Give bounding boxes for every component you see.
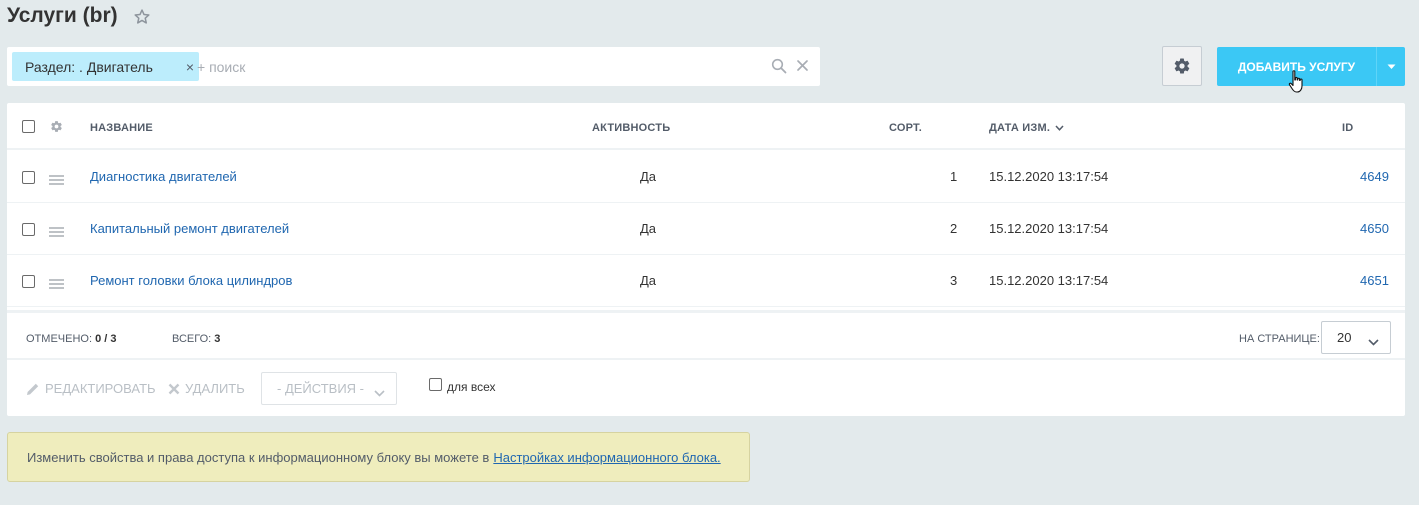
select-all-checkbox[interactable] [22, 120, 35, 133]
settings-button[interactable] [1162, 46, 1202, 86]
column-header-sort[interactable]: СОРТ. [889, 122, 922, 134]
notice-settings-link[interactable]: Настройках информационного блока. [493, 450, 720, 465]
filter-chip-close-icon[interactable]: × [186, 60, 194, 74]
drag-handle-icon[interactable] [49, 224, 64, 242]
edit-button-label: РЕДАКТИРОВАТЬ [45, 381, 156, 396]
drag-handle-icon[interactable] [49, 172, 64, 190]
table-row[interactable]: Диагностика двигателей Да 1 15.12.2020 1… [7, 151, 1405, 203]
for-all-label: для всех [447, 380, 496, 394]
grid-footer-actions: РЕДАКТИРОВАТЬ УДАЛИТЬ - ДЕЙСТВИЯ - для в… [7, 360, 1405, 416]
column-header-id[interactable]: ID [1342, 122, 1353, 134]
chevron-down-icon [374, 385, 385, 400]
cross-icon [168, 383, 185, 395]
chevron-down-icon [1055, 125, 1064, 131]
chevron-down-icon [1387, 64, 1396, 70]
hand-cursor-icon [1288, 69, 1306, 100]
add-service-button-group: ДОБАВИТЬ УСЛУГУ [1217, 47, 1405, 86]
per-page-label: НА СТРАНИЦЕ: [1239, 333, 1320, 345]
actions-select-value: - ДЕЙСТВИЯ - [277, 381, 365, 396]
services-grid: НАЗВАНИЕ АКТИВНОСТЬ СОРТ. ДАТА ИЗМ. ID Д… [7, 103, 1405, 416]
row-checkbox[interactable] [22, 275, 35, 288]
per-page-select[interactable]: 20 [1321, 321, 1391, 354]
selected-count: ОТМЕЧЕНО: 0 / 3 [26, 333, 116, 345]
row-date: 15.12.2020 13:17:54 [989, 273, 1109, 288]
info-notice: Изменить свойства и права доступа к инфо… [7, 432, 750, 482]
notice-text: Изменить свойства и права доступа к инфо… [27, 449, 490, 465]
column-header-active[interactable]: АКТИВНОСТЬ [592, 122, 670, 134]
close-icon[interactable] [795, 58, 810, 78]
row-name-link[interactable]: Диагностика двигателей [90, 169, 237, 184]
row-active: Да [640, 169, 657, 184]
for-all-checkbox[interactable] [429, 378, 442, 391]
pencil-icon [26, 382, 45, 396]
row-name-link[interactable]: Капитальный ремонт двигателей [90, 221, 289, 236]
row-date: 15.12.2020 13:17:54 [989, 169, 1109, 184]
edit-button[interactable]: РЕДАКТИРОВАТЬ [26, 381, 156, 396]
delete-button[interactable]: УДАЛИТЬ [168, 381, 245, 396]
filter-chip[interactable]: Раздел: . Двигатель × [12, 52, 199, 81]
row-sort: 2 [950, 221, 958, 236]
row-checkbox[interactable] [22, 171, 35, 184]
page-title: Услуги (br) [7, 4, 118, 27]
column-header-date-label: ДАТА ИЗМ. [989, 122, 1051, 134]
row-sort: 3 [950, 273, 958, 288]
row-active: Да [640, 221, 657, 236]
search-input[interactable] [197, 57, 757, 77]
column-header-date[interactable]: ДАТА ИЗМ. [989, 122, 1064, 134]
table-row[interactable]: Капитальный ремонт двигателей Да 2 15.12… [7, 203, 1405, 255]
filter-bar: Раздел: . Двигатель × [7, 47, 820, 86]
drag-handle-icon[interactable] [49, 276, 64, 294]
row-date: 15.12.2020 13:17:54 [989, 221, 1109, 236]
grid-header: НАЗВАНИЕ АКТИВНОСТЬ СОРТ. ДАТА ИЗМ. ID [7, 103, 1405, 150]
actions-select[interactable]: - ДЕЙСТВИЯ - [261, 372, 397, 405]
row-id-link[interactable]: 4651 [1360, 273, 1389, 288]
row-active: Да [640, 273, 657, 288]
row-id-link[interactable]: 4649 [1360, 169, 1389, 184]
add-service-dropdown[interactable] [1377, 47, 1405, 86]
column-header-name[interactable]: НАЗВАНИЕ [90, 122, 153, 134]
selected-count-label: ОТМЕЧЕНО: [26, 333, 92, 345]
star-icon[interactable] [133, 8, 151, 26]
chevron-down-icon [1368, 334, 1379, 349]
total-count-value: 3 [214, 333, 221, 345]
selected-count-value: 0 / 3 [95, 333, 117, 345]
row-sort: 1 [950, 169, 958, 184]
grid-footer-summary: ОТМЕЧЕНО: 0 / 3 ВСЕГО: 3 НА СТРАНИЦЕ: 20 [7, 310, 1405, 360]
gear-icon [1173, 57, 1191, 75]
total-count-label: ВСЕГО: [172, 333, 212, 345]
row-id-link[interactable]: 4650 [1360, 221, 1389, 236]
column-settings-gear-icon[interactable] [50, 120, 63, 133]
title-row: Услуги (br) [7, 4, 151, 28]
table-row[interactable]: Ремонт головки блока цилиндров Да 3 15.1… [7, 255, 1405, 307]
total-count: ВСЕГО: 3 [172, 333, 220, 345]
per-page-value: 20 [1337, 330, 1352, 345]
row-name-link[interactable]: Ремонт головки блока цилиндров [90, 273, 292, 288]
search-icon[interactable] [771, 58, 787, 79]
filter-chip-label: Раздел: . Двигатель [25, 58, 153, 75]
row-checkbox[interactable] [22, 223, 35, 236]
for-all-toggle[interactable]: для всех [429, 378, 496, 394]
delete-button-label: УДАЛИТЬ [185, 381, 245, 396]
